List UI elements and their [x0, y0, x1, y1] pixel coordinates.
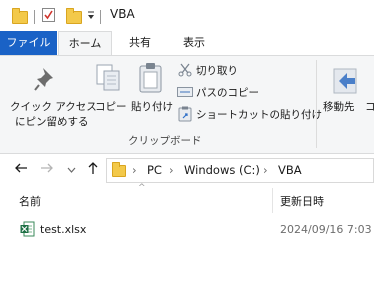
paste-shortcut-icon[interactable]: [178, 106, 192, 125]
tab-file[interactable]: ファイル: [0, 31, 57, 55]
chevron-right-icon[interactable]: ›: [132, 163, 137, 177]
up-arrow-icon[interactable]: [86, 161, 100, 178]
copy-button[interactable]: コピー: [95, 99, 127, 114]
paste-shortcut-button[interactable]: ショートカットの貼り付け: [196, 107, 322, 122]
pin-label-line2[interactable]: にピン留めする: [15, 114, 89, 129]
window-title: VBA: [110, 7, 135, 21]
copy-path-icon[interactable]: [177, 86, 193, 101]
folder-icon: [12, 8, 28, 24]
sort-ascending-icon: ^: [138, 183, 146, 193]
tab-share[interactable]: 共有: [112, 31, 168, 55]
clipboard-icon[interactable]: [138, 62, 164, 97]
customize-quick-access-icon[interactable]: [87, 9, 95, 24]
column-header-name[interactable]: 名前: [19, 193, 41, 209]
breadcrumb-pc[interactable]: PC: [147, 163, 162, 177]
properties-icon[interactable]: [42, 8, 55, 22]
column-header-date[interactable]: 更新日時: [280, 193, 324, 209]
scissors-icon[interactable]: [178, 63, 192, 80]
tab-view[interactable]: 表示: [168, 31, 220, 55]
copy-icon[interactable]: [95, 63, 123, 96]
address-folder-icon: [112, 162, 126, 177]
title-bar: [0, 0, 374, 31]
breadcrumb-drive[interactable]: Windows (C:): [184, 163, 260, 177]
breadcrumb-vba[interactable]: VBA: [278, 163, 302, 177]
file-modified-date: 2024/09/16 7:03: [280, 223, 372, 236]
chevron-right-icon[interactable]: ›: [169, 163, 174, 177]
new-folder-icon[interactable]: [66, 8, 82, 24]
pin-icon[interactable]: [34, 66, 58, 95]
file-name[interactable]: test.xlsx: [40, 223, 86, 236]
copy-path-button[interactable]: パスのコピー: [196, 85, 259, 100]
tab-home[interactable]: ホーム: [58, 31, 112, 55]
cut-button[interactable]: 切り取り: [196, 63, 238, 78]
back-arrow-icon[interactable]: [14, 161, 28, 178]
clipboard-group-label: クリップボード: [128, 135, 202, 147]
ribbon-group-divider: [316, 60, 317, 148]
forward-arrow-icon[interactable]: [40, 161, 54, 178]
excel-icon: [20, 221, 35, 240]
move-to-button[interactable]: 移動先: [323, 99, 355, 114]
copy-to-button[interactable]: コ: [365, 99, 374, 114]
separator: [34, 10, 35, 24]
separator: [100, 10, 101, 24]
column-divider[interactable]: [272, 188, 273, 213]
chevron-right-icon[interactable]: ›: [263, 163, 268, 177]
paste-button[interactable]: 貼り付け: [131, 99, 173, 114]
pin-label-line1[interactable]: クイック アクセス: [10, 99, 97, 114]
move-to-icon[interactable]: [331, 65, 359, 98]
recent-locations-chevron-icon[interactable]: [67, 164, 76, 177]
